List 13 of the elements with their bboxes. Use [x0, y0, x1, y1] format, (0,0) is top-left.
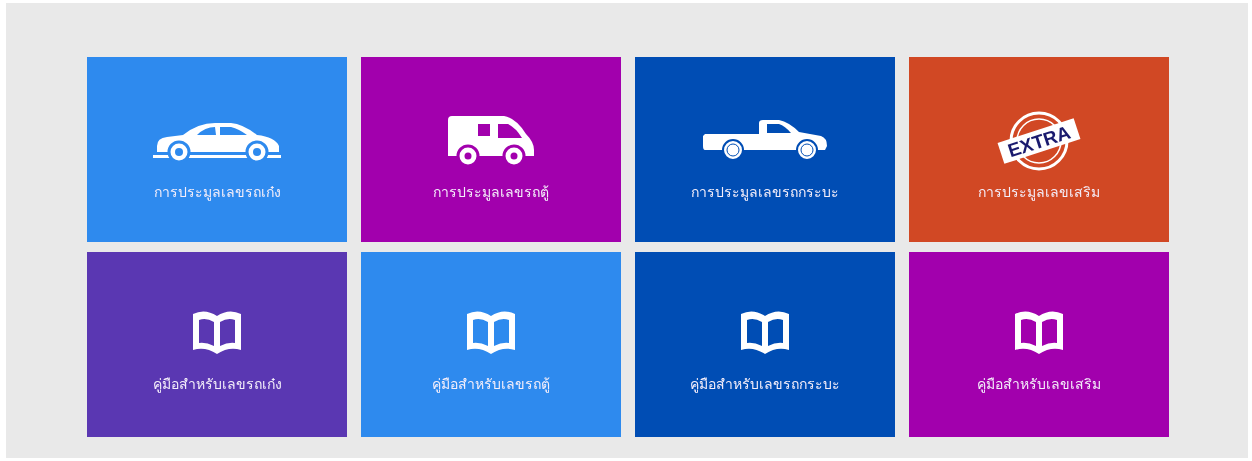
menu-tile[interactable]: คู่มือสำหรับเลขรถกระบะ	[635, 252, 895, 437]
menu-tile[interactable]: การประมูลเลขรถตู้	[361, 57, 621, 242]
car-icon	[153, 120, 281, 162]
pickup-truck-icon	[703, 120, 827, 162]
book-icon	[1013, 310, 1065, 356]
menu-tile[interactable]: EXTRA การประมูลเลขเสริม	[909, 57, 1169, 242]
book-icon	[191, 310, 243, 356]
book-icon	[739, 310, 791, 356]
menu-tile[interactable]: คู่มือสำหรับเลขรถเก๋ง	[87, 252, 347, 437]
book-icon	[465, 310, 517, 356]
menu-tile[interactable]: คู่มือสำหรับเลขเสริม	[909, 252, 1169, 437]
van-icon	[448, 116, 534, 166]
menu-tile[interactable]: การประมูลเลขรถกระบะ	[635, 57, 895, 242]
